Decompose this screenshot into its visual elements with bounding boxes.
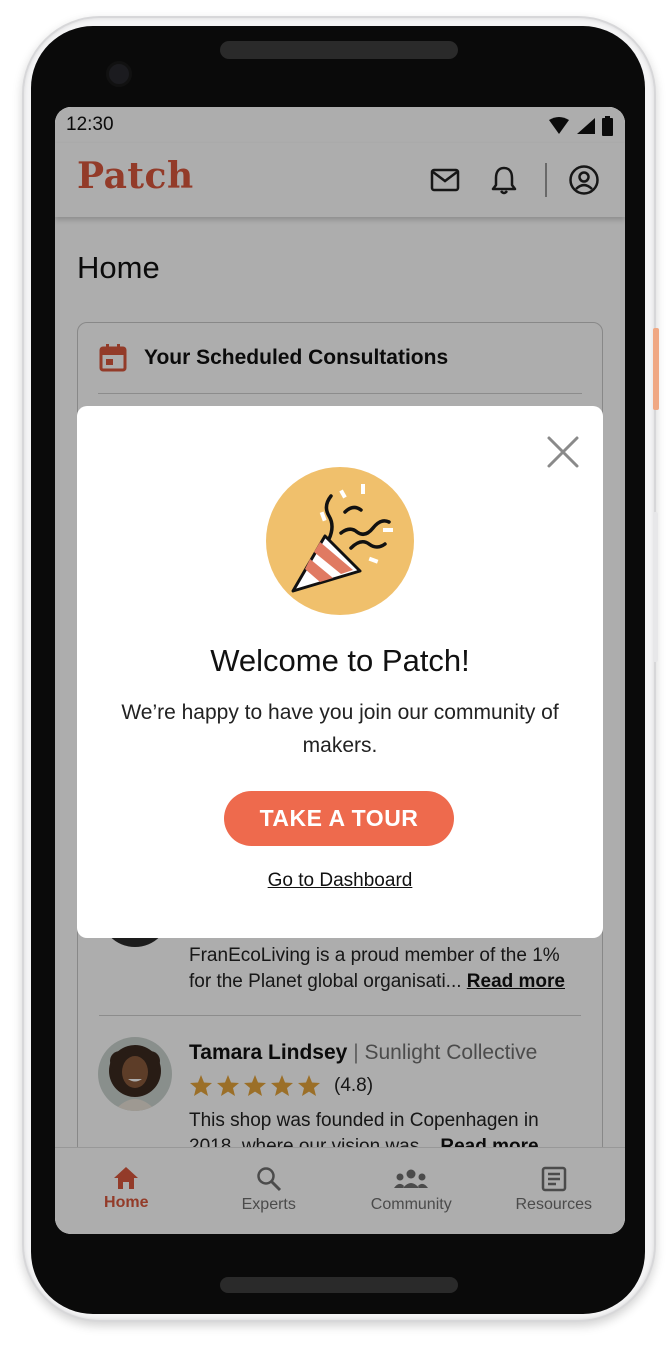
take-a-tour-button[interactable]: TAKE A TOUR <box>224 791 454 846</box>
modal-body: We’re happy to have you join our communi… <box>121 701 559 757</box>
modal-title: Welcome to Patch! <box>210 643 470 678</box>
power-button <box>653 328 659 410</box>
bottom-speaker <box>220 1277 458 1293</box>
front-camera <box>106 61 132 87</box>
go-to-dashboard-link[interactable]: Go to Dashboard <box>77 870 603 892</box>
volume-button <box>653 512 658 662</box>
close-icon[interactable] <box>543 432 583 472</box>
earpiece-speaker <box>220 41 458 59</box>
app-screen: 12:30 Patch Home Your Scheduled Consulta… <box>55 107 625 1234</box>
party-popper-icon <box>265 466 415 616</box>
welcome-modal: Welcome to Patch! We’re happy to have yo… <box>77 406 603 938</box>
